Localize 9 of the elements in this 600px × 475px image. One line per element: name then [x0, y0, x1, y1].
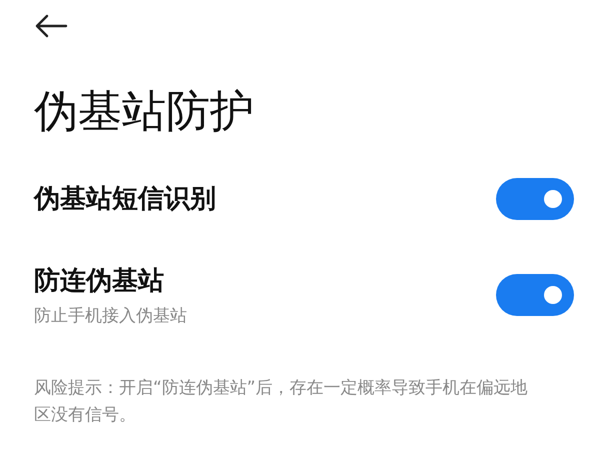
setting-label: 防连伪基站	[34, 264, 165, 298]
setting-description: 防止手机接入伪基站	[34, 304, 187, 327]
setting-label: 伪基站短信识别	[34, 183, 216, 216]
risk-note: 风险提示：开启“防连伪基站”后，存在一定概率导致手机在偏远地区没有信号。	[34, 376, 529, 427]
page-title: 伪基站防护	[34, 86, 255, 139]
toggle-switch[interactable]	[496, 274, 574, 316]
back-button[interactable]	[34, 14, 68, 38]
toggle-switch[interactable]	[496, 178, 574, 220]
back-arrow-icon	[34, 14, 68, 38]
